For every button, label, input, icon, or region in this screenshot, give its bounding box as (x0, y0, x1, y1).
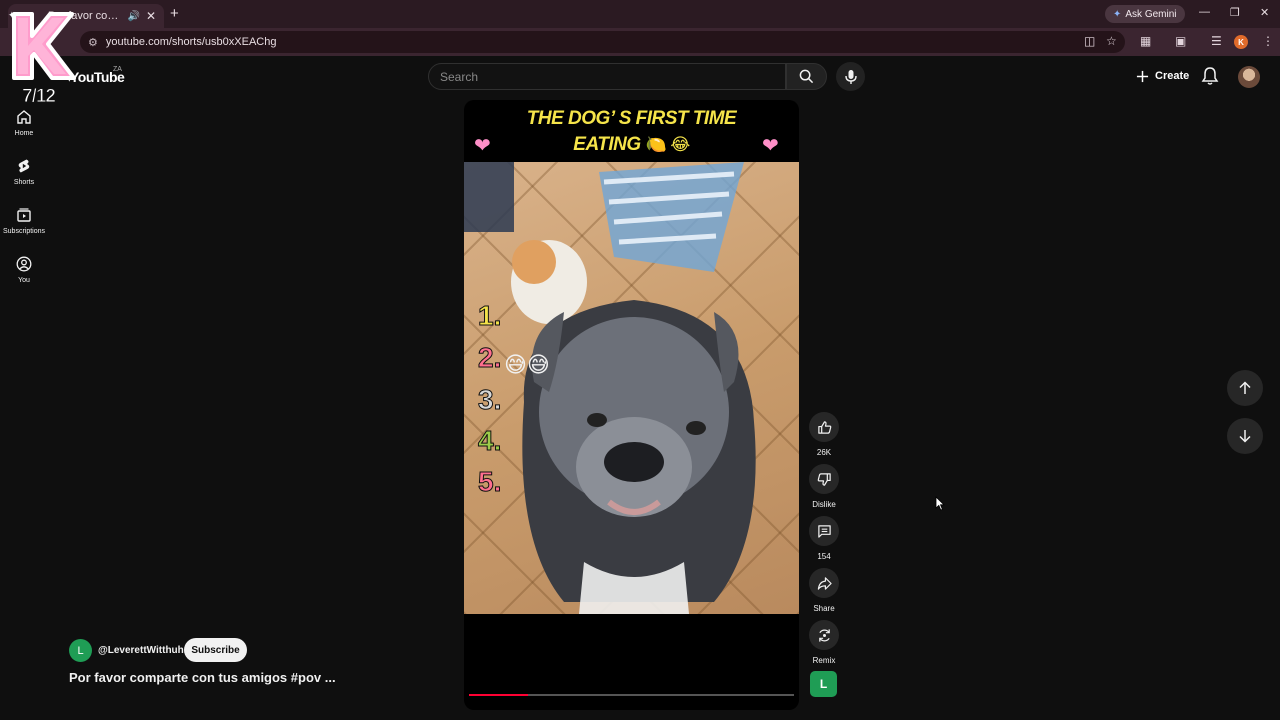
voice-search-button[interactable] (836, 62, 865, 91)
arrow-down-icon (1239, 430, 1251, 443)
share-button[interactable]: Share (806, 568, 842, 613)
remix-button[interactable]: Remix (806, 620, 842, 665)
like-count: 26K (816, 448, 832, 457)
comment-count: 154 (817, 552, 831, 561)
ask-gemini-button[interactable]: ✦ Ask Gemini (1105, 5, 1185, 23)
url-field[interactable]: ⚙ youtube.com/shorts/usb0xXEAChg (80, 31, 1125, 53)
video-description[interactable]: Por favor comparte con tus amigos #pov .… (69, 670, 336, 685)
install-app-icon[interactable]: ◫ (1084, 34, 1095, 48)
thumbs-down-icon (817, 472, 831, 486)
rank-2: 2. (477, 342, 502, 374)
share-arrow-icon (817, 576, 832, 590)
mouse-cursor-icon (935, 496, 945, 511)
rank-3: 3. (477, 384, 502, 416)
subscriptions-icon (17, 208, 31, 222)
dislike-label: Dislike (812, 500, 836, 509)
subscribe-button[interactable]: Subscribe (184, 638, 247, 662)
heart-icon: ❤ (762, 135, 779, 157)
search-placeholder: Search (440, 69, 479, 84)
create-button[interactable]: Create (1128, 64, 1197, 88)
browser-profile-avatar[interactable]: K (1234, 35, 1248, 49)
rank-1: 1. (477, 300, 502, 332)
heart-icon: ❤ (474, 135, 491, 157)
notifications-bell-icon[interactable] (1200, 66, 1220, 86)
comment-icon (817, 524, 831, 538)
video-frame: 1. 2. 😅😅 3. 4. 5. (464, 162, 799, 614)
video-caption: THE DOG’ S FIRST TIME EATING 🍋 😂 (464, 106, 799, 158)
comments-circle[interactable] (809, 516, 839, 546)
sidebar-item-label: Home (14, 130, 34, 137)
remix-circle[interactable] (809, 620, 839, 650)
video-caption-line1: THE DOG’ S FIRST TIME (526, 108, 737, 129)
comments-button[interactable]: 154 (806, 516, 842, 561)
browser-tab-bar: Por favor comparte con tus 🔊 ✕ + ✦ Ask G… (0, 0, 1280, 28)
cast-icon[interactable]: ▣ (1175, 34, 1186, 48)
video-caption-line2: EATING (573, 134, 641, 155)
create-label: Create (1155, 70, 1190, 82)
gemini-sparkle-icon: ✦ (1113, 8, 1122, 20)
microphone-icon (844, 69, 857, 84)
close-window-icon[interactable]: ✕ (1260, 6, 1269, 19)
k-sticker-logo: ✦ ✦ (8, 11, 76, 84)
search-button[interactable] (786, 63, 827, 90)
share-label: Share (813, 604, 835, 613)
sidebar-item-label: Subscriptions (2, 228, 46, 235)
sidebar-item-label: Shorts (13, 179, 35, 186)
sidebar-item-you[interactable]: You (0, 256, 48, 284)
sidebar-item-home[interactable]: Home (0, 109, 48, 137)
dislike-circle[interactable] (809, 464, 839, 494)
dislike-button[interactable]: Dislike (806, 464, 842, 509)
you-icon (16, 256, 32, 272)
rank-2-emojis: 😅😅 (504, 352, 550, 377)
thumbs-up-icon (817, 420, 831, 434)
channel-thumbnail-button[interactable]: L (810, 671, 837, 697)
video-scene (464, 162, 756, 614)
user-avatar[interactable] (1238, 66, 1260, 88)
url-text: youtube.com/shorts/usb0xXEAChg (105, 36, 277, 48)
search-input[interactable]: Search (428, 63, 786, 90)
remix-label: Remix (812, 656, 836, 665)
minimize-icon[interactable]: — (1199, 6, 1210, 18)
home-icon (17, 110, 31, 124)
video-progress-fill (469, 694, 528, 696)
new-tab-button[interactable]: + (170, 5, 179, 22)
channel-avatar[interactable]: L (69, 639, 92, 662)
close-tab-icon[interactable]: ✕ (146, 9, 156, 23)
rank-4: 4. (477, 425, 502, 457)
region-code: ZA (113, 66, 122, 73)
speaker-icon[interactable]: 🔊 (127, 11, 139, 22)
svg-text:✦: ✦ (8, 11, 16, 21)
next-short-button[interactable] (1227, 418, 1263, 454)
rank-5: 5. (477, 466, 502, 498)
like-circle[interactable] (809, 412, 839, 442)
bookmark-star-icon[interactable]: ☆ (1106, 34, 1117, 48)
media-controls-icon[interactable]: ☰ (1211, 34, 1222, 48)
sidebar-item-label: You (18, 277, 30, 284)
ask-gemini-label: Ask Gemini (1125, 8, 1177, 20)
sticker-counter: 7/12 (22, 86, 57, 108)
video-progress-bar[interactable] (469, 694, 794, 696)
shorts-icon (18, 159, 30, 173)
sidebar-item-shorts[interactable]: Shorts (0, 158, 48, 186)
arrow-up-icon (1239, 381, 1251, 394)
like-button[interactable]: 26K (806, 412, 842, 457)
search-icon (799, 69, 814, 84)
extensions-icon[interactable]: ▦ (1140, 34, 1151, 48)
caption-emojis: 🍋 😂 (645, 135, 690, 154)
site-info-icon[interactable]: ⚙ (88, 36, 98, 49)
previous-short-button[interactable] (1227, 370, 1263, 406)
sidebar-item-subscriptions[interactable]: Subscriptions (0, 207, 48, 235)
browser-menu-icon[interactable]: ⋮ (1262, 34, 1274, 48)
plus-icon (1136, 70, 1149, 82)
remix-icon (818, 628, 830, 642)
restore-icon[interactable]: ❐ (1230, 6, 1240, 19)
share-circle[interactable] (809, 568, 839, 598)
shorts-video-player[interactable]: THE DOG’ S FIRST TIME EATING 🍋 😂 ❤ ❤ 1. (464, 100, 799, 710)
channel-handle[interactable]: @LeverettWitthuhn (98, 645, 190, 656)
